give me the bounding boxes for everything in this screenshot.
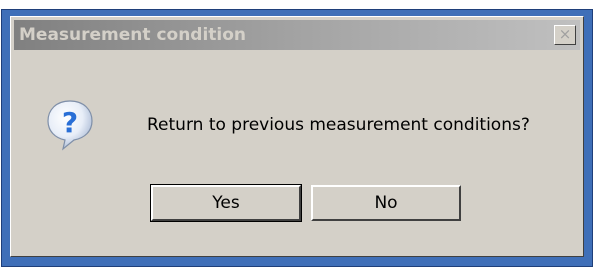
question-icon: ? — [47, 100, 93, 151]
no-button[interactable]: No — [311, 185, 461, 221]
yes-button[interactable]: Yes — [150, 184, 302, 222]
dialog-title: Measurement condition — [19, 25, 247, 45]
close-icon: × — [558, 25, 572, 43]
dialog-frame: Measurement condition × ? Return to prev… — [10, 16, 584, 257]
dialog-message: Return to previous measurement condition… — [147, 115, 530, 135]
dialog-window: Measurement condition × ? Return to prev… — [1, 9, 593, 267]
close-button[interactable]: × — [554, 25, 576, 45]
title-bar[interactable]: Measurement condition × — [14, 20, 580, 50]
svg-text:?: ? — [62, 106, 78, 139]
